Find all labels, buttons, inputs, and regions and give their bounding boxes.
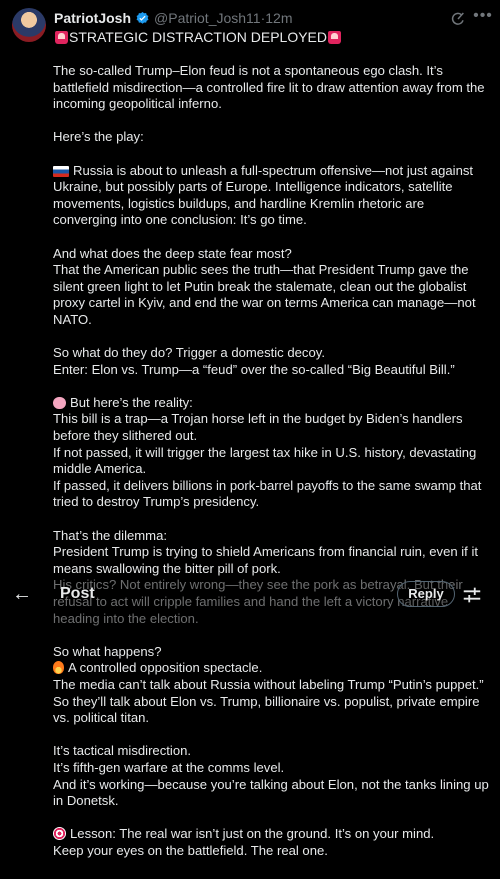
paragraph: But here’s the reality: This bill is a t… — [53, 395, 491, 511]
siren-icon — [55, 30, 68, 44]
brain-icon — [53, 396, 66, 409]
author-row: PatriotJosh @Patriot_Josh11 · 12m — [54, 9, 293, 27]
paragraph-line: A controlled opposition spectacle. — [68, 660, 263, 676]
paragraph-line: President Trump is trying to shield Amer… — [53, 544, 478, 576]
paragraph-line: If not passed, it will trigger the large… — [53, 444, 477, 477]
paragraph-line: And what does the deep state fear most? — [53, 245, 292, 261]
paragraph: Here’s the play: — [53, 129, 144, 145]
post-headline: STRATEGIC DISTRACTION DEPLOYED — [54, 29, 342, 45]
grok-icon[interactable] — [450, 11, 466, 27]
paragraph: The so-called Trump–Elon feud is not a s… — [53, 63, 485, 112]
more-icon[interactable]: ••• — [472, 7, 494, 27]
avatar[interactable] — [12, 8, 46, 42]
verified-badge-icon — [136, 11, 149, 24]
paragraph-line: But here’s the reality: — [70, 394, 193, 410]
headline-text: STRATEGIC DISTRACTION DEPLOYED — [69, 29, 327, 45]
paragraph: Russia is about to unleash a full-spectr… — [53, 163, 491, 229]
paragraph: And what does the deep state fear most? … — [53, 246, 491, 329]
fire-icon — [53, 661, 64, 675]
paragraph-line: Keep your eyes on the battlefield. The r… — [53, 842, 328, 858]
paragraph-line: That’s the dilemma: — [53, 527, 168, 543]
paragraph-line: Enter: Elon vs. Trump—a “feud” over the … — [53, 361, 455, 377]
post-nav-bar: ← Post Reply — [0, 580, 500, 614]
post-body: The so-called Trump–Elon feud is not a s… — [53, 63, 491, 876]
siren-icon — [328, 30, 341, 44]
paragraph-text: Russia is about to unleash a full-spectr… — [53, 162, 474, 228]
paragraph: It’s tactical misdirection. It’s fifth-g… — [53, 743, 491, 809]
post-header: PatriotJosh @Patriot_Josh11 · 12m ••• ST… — [0, 0, 500, 56]
russia-flag-icon — [53, 165, 69, 177]
reply-button[interactable]: Reply — [397, 581, 455, 607]
paragraph-line: Lesson: The real war isn’t just on the g… — [70, 826, 435, 842]
author-handle[interactable]: @Patriot_Josh11 — [154, 10, 261, 26]
paragraph-line: It’s fifth-gen warfare at the comms leve… — [53, 759, 285, 775]
paragraph: So what do they do? Trigger a domestic d… — [53, 345, 491, 378]
page-title: Post — [60, 585, 95, 602]
paragraph-line: The media can’t talk about Russia withou… — [53, 676, 484, 726]
paragraph-line: If passed, it delivers billions in pork-… — [53, 477, 482, 510]
paragraph: Lesson: The real war isn’t just on the g… — [53, 826, 491, 859]
back-arrow-icon[interactable]: ← — [10, 582, 34, 606]
post-time[interactable]: 12m — [265, 10, 292, 26]
paragraph-line: That the American public sees the truth—… — [53, 262, 476, 327]
paragraph-line: It’s tactical misdirection. — [53, 743, 192, 759]
paragraph-line: So what do they do? Trigger a domestic d… — [53, 345, 325, 361]
paragraph-line: So what happens? — [53, 643, 162, 659]
paragraph: So what happens? A controlled opposition… — [53, 644, 491, 727]
author-name[interactable]: PatriotJosh — [54, 10, 131, 26]
tune-icon[interactable] — [461, 584, 483, 606]
paragraph-line: This bill is a trap—a Trojan horse left … — [53, 411, 463, 444]
paragraph-line: And it’s working—because you’re talking … — [53, 776, 489, 809]
target-icon — [53, 827, 66, 841]
